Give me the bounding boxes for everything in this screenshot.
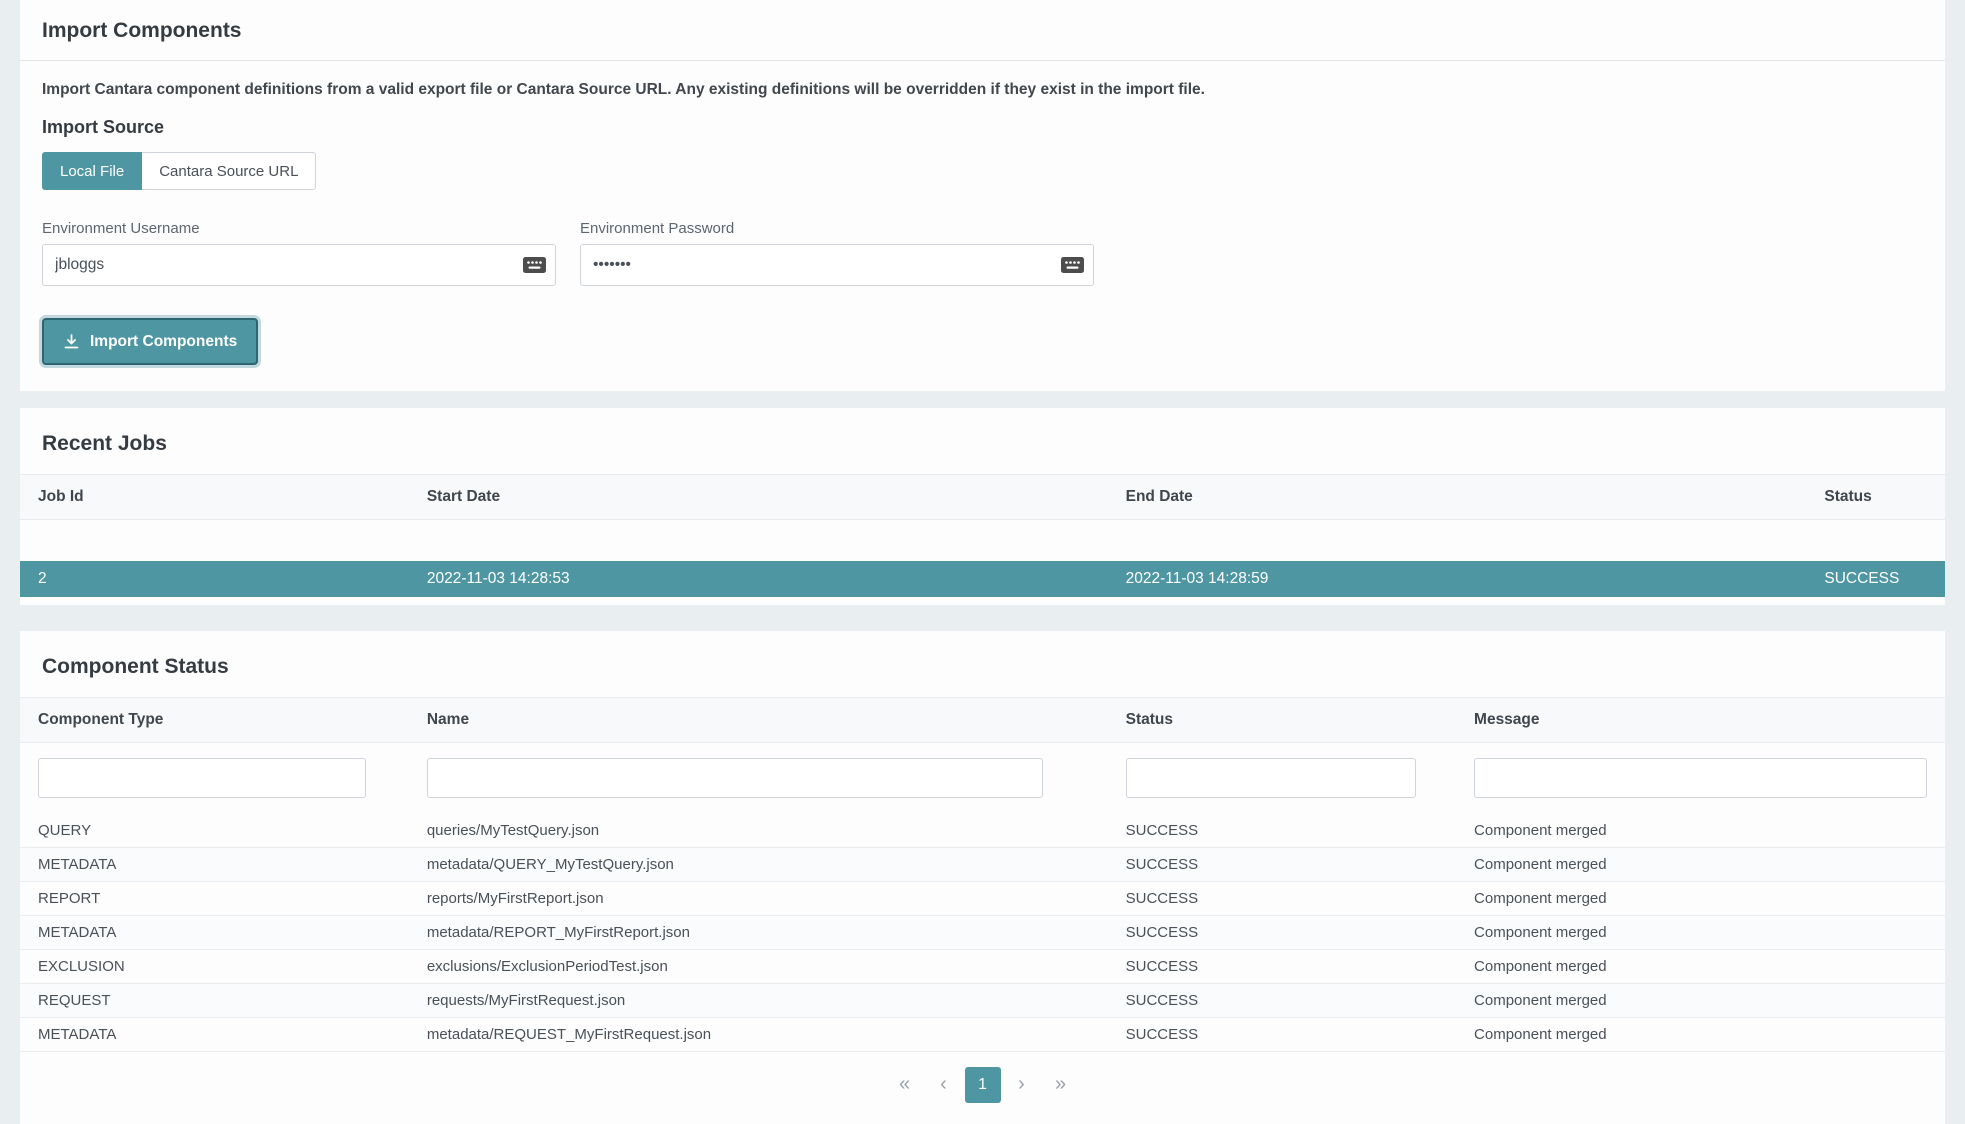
table-row: METADATA metadata/REQUEST_MyFirstRequest… (20, 1017, 1945, 1051)
download-icon (63, 333, 80, 350)
column-header-message: Message (1456, 697, 1945, 742)
filter-message-input[interactable] (1474, 758, 1927, 798)
local-file-toggle[interactable]: Local File (42, 152, 142, 190)
page-title: Import Components (42, 19, 1923, 43)
first-page-button[interactable]: « (887, 1067, 923, 1103)
username-field-group: Environment Username (42, 220, 556, 286)
panel-header: Import Components (20, 0, 1945, 61)
component-status-cell: SUCCESS (1108, 983, 1456, 1017)
job-status-cell: SUCCESS (1806, 561, 1945, 597)
component-type-cell: REQUEST (20, 983, 409, 1017)
column-header-status: Status (1108, 697, 1456, 742)
component-name-cell: reports/MyFirstReport.json (409, 881, 1108, 915)
table-row: REQUEST requests/MyFirstRequest.json SUC… (20, 983, 1945, 1017)
pagination: « ‹ 1 › » (20, 1052, 1945, 1120)
import-button-label: Import Components (90, 333, 237, 351)
component-name-cell: metadata/QUERY_MyTestQuery.json (409, 847, 1108, 881)
component-message-cell: Component merged (1456, 847, 1945, 881)
next-page-button[interactable]: › (1004, 1067, 1040, 1103)
table-row: REPORT reports/MyFirstReport.json SUCCES… (20, 881, 1945, 915)
job-id-cell: 2 (20, 561, 409, 597)
table-row: METADATA metadata/QUERY_MyTestQuery.json… (20, 847, 1945, 881)
component-message-cell: Component merged (1456, 983, 1945, 1017)
panel-body: Import Cantara component definitions fro… (20, 61, 1945, 365)
password-field-group: Environment Password (580, 220, 1094, 286)
column-header-name: Name (409, 697, 1108, 742)
component-status-title: Component Status (20, 631, 1945, 697)
column-header-status: Status (1806, 475, 1945, 520)
recent-jobs-panel: Recent Jobs Job Id Start Date End Date S… (20, 408, 1945, 605)
table-row: METADATA metadata/REPORT_MyFirstReport.j… (20, 915, 1945, 949)
component-message-cell: Component merged (1456, 814, 1945, 848)
credentials-row: Environment Username Environment Passwor… (42, 220, 1923, 286)
import-components-button[interactable]: Import Components (42, 318, 258, 365)
component-status-table: Component Type Name Status Message QUERY… (20, 697, 1945, 1052)
component-status-cell: SUCCESS (1108, 949, 1456, 983)
component-name-cell: metadata/REQUEST_MyFirstRequest.json (409, 1017, 1108, 1051)
column-header-end-date: End Date (1108, 475, 1807, 520)
import-source-label: Import Source (42, 117, 1923, 138)
table-row: EXCLUSION exclusions/ExclusionPeriodTest… (20, 949, 1945, 983)
current-page-button[interactable]: 1 (965, 1067, 1001, 1103)
import-source-toggle: Local File Cantara Source URL (42, 152, 316, 190)
previous-page-button[interactable]: ‹ (926, 1067, 962, 1103)
component-status-cell: SUCCESS (1108, 915, 1456, 949)
component-message-cell: Component merged (1456, 881, 1945, 915)
component-status-cell: SUCCESS (1108, 1017, 1456, 1051)
column-header-job-id: Job Id (20, 475, 409, 520)
keyboard-icon[interactable] (1061, 257, 1084, 273)
password-input[interactable] (580, 244, 1094, 286)
column-header-start-date: Start Date (409, 475, 1108, 520)
component-name-cell: queries/MyTestQuery.json (409, 814, 1108, 848)
component-name-cell: exclusions/ExclusionPeriodTest.json (409, 949, 1108, 983)
component-type-cell: METADATA (20, 1017, 409, 1051)
import-description: Import Cantara component definitions fro… (42, 81, 1923, 99)
filter-name-input[interactable] (427, 758, 1043, 798)
empty-row (20, 520, 1945, 561)
component-type-cell: REPORT (20, 881, 409, 915)
keyboard-icon[interactable] (523, 257, 546, 273)
component-message-cell: Component merged (1456, 949, 1945, 983)
cantara-source-url-toggle[interactable]: Cantara Source URL (142, 152, 316, 190)
job-start-cell: 2022-11-03 14:28:53 (409, 561, 1108, 597)
job-row-selected[interactable]: 2 2022-11-03 14:28:53 2022-11-03 14:28:5… (20, 561, 1945, 597)
recent-jobs-table: Job Id Start Date End Date Status 2 2022… (20, 474, 1945, 597)
component-message-cell: Component merged (1456, 915, 1945, 949)
component-type-cell: METADATA (20, 847, 409, 881)
job-end-cell: 2022-11-03 14:28:59 (1108, 561, 1807, 597)
component-status-cell: SUCCESS (1108, 814, 1456, 848)
import-components-panel: Import Components Import Cantara compone… (20, 0, 1945, 391)
username-label: Environment Username (42, 220, 556, 237)
password-label: Environment Password (580, 220, 1094, 237)
component-status-cell: SUCCESS (1108, 881, 1456, 915)
component-type-cell: METADATA (20, 915, 409, 949)
recent-jobs-header-row: Job Id Start Date End Date Status (20, 475, 1945, 520)
component-name-cell: metadata/REPORT_MyFirstReport.json (409, 915, 1108, 949)
filter-status-input[interactable] (1126, 758, 1417, 798)
component-status-header-row: Component Type Name Status Message (20, 697, 1945, 742)
filter-component-type-input[interactable] (38, 758, 366, 798)
component-type-cell: EXCLUSION (20, 949, 409, 983)
component-type-cell: QUERY (20, 814, 409, 848)
component-message-cell: Component merged (1456, 1017, 1945, 1051)
recent-jobs-title: Recent Jobs (20, 408, 1945, 474)
filter-row (20, 742, 1945, 814)
component-name-cell: requests/MyFirstRequest.json (409, 983, 1108, 1017)
column-header-component-type: Component Type (20, 697, 409, 742)
last-page-button[interactable]: » (1043, 1067, 1079, 1103)
component-status-cell: SUCCESS (1108, 847, 1456, 881)
table-row: QUERY queries/MyTestQuery.json SUCCESS C… (20, 814, 1945, 848)
component-status-panel: Component Status Component Type Name Sta… (20, 631, 1945, 1124)
username-input[interactable] (42, 244, 556, 286)
